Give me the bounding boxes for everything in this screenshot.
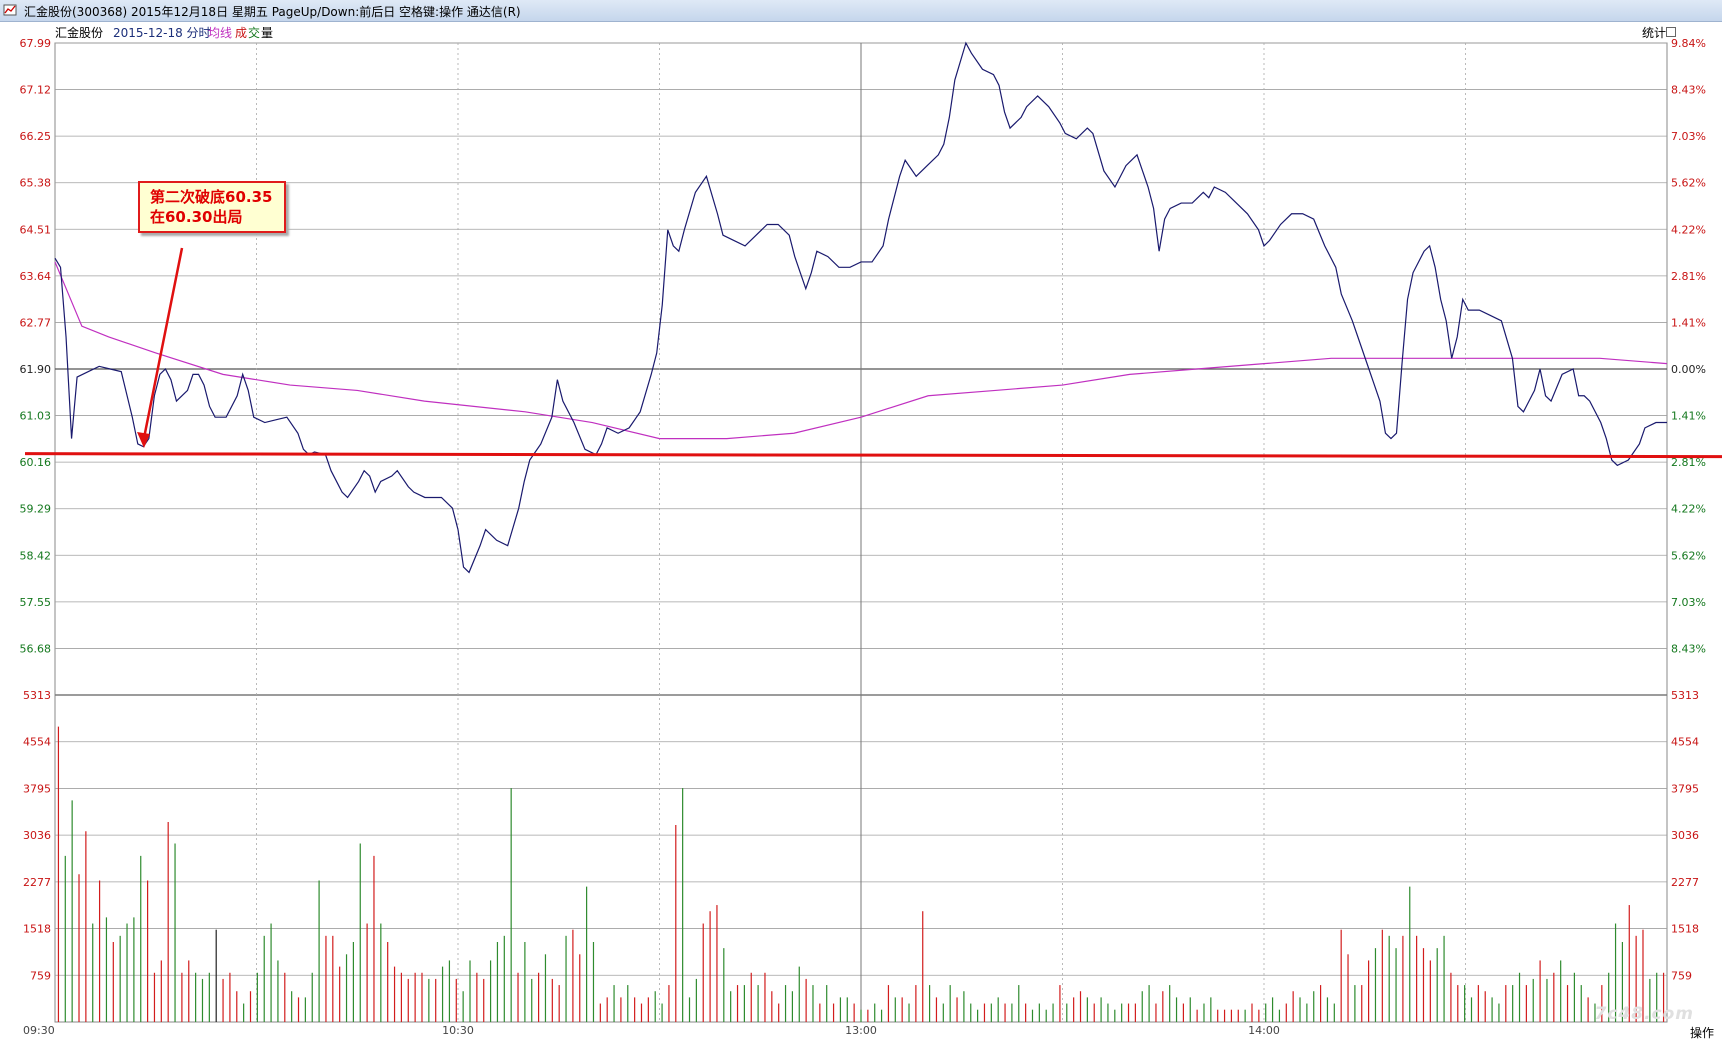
percent-tick-label: 4.22% [1671,503,1706,516]
action-button[interactable]: 操作 [1690,1024,1714,1041]
volume-tick-label: 4554 [23,736,51,749]
price-tick-label: 58.42 [20,549,52,562]
volume-tick-label-right: 1518 [1671,923,1699,936]
price-tick-label: 64.51 [20,223,52,236]
annotation-line-1: 第二次破底60.35 [150,188,273,206]
price-tick-label: 57.55 [20,596,52,609]
percent-tick-label: 2.81% [1671,270,1706,283]
price-tick-label: 59.29 [20,503,52,516]
percent-tick-label: 4.22% [1671,223,1706,236]
price-tick-label: 65.38 [20,177,52,190]
annotation-callout: 第二次破底60.35 在60.30出局 [138,181,286,233]
volume-tick-label-right: 4554 [1671,736,1699,749]
percent-tick-label: 7.03% [1671,130,1706,143]
volume-tick-label-right: 3036 [1671,829,1699,842]
volume-tick-label: 1518 [23,923,51,936]
time-tick-label: 10:30 [442,1024,474,1037]
volume-tick-label: 2277 [23,876,51,889]
price-tick-label: 67.12 [20,84,52,97]
volume-tick-label-right: 5313 [1671,689,1699,702]
percent-tick-label: 1.41% [1671,316,1706,329]
percent-tick-label: 5.62% [1671,177,1706,190]
annotation-arrow-shaft [142,247,184,439]
volume-tick-label: 3036 [23,829,51,842]
percent-tick-label: 5.62% [1671,549,1706,562]
percent-tick-label: 9.84% [1671,37,1706,50]
breakdown-reference-line [24,452,1722,459]
price-tick-label: 56.68 [20,642,52,655]
watermark: 7c48.com [1594,1004,1694,1024]
percent-tick-label: 8.43% [1671,642,1706,655]
time-tick-label: 14:00 [1248,1024,1280,1037]
volume-tick-label-right: 759 [1671,969,1692,982]
volume-tick-label: 3795 [23,782,51,795]
percent-tick-label: 1.41% [1671,410,1706,423]
annotation-line-2: 在60.30出局 [150,208,243,226]
price-tick-label: 66.25 [20,130,52,143]
volume-tick-label: 5313 [23,689,51,702]
volume-tick-label: 759 [30,969,51,982]
time-tick-label: 13:00 [845,1024,877,1037]
price-tick-label: 61.03 [20,410,52,423]
price-tick-label: 62.77 [20,316,52,329]
percent-tick-label: 7.03% [1671,596,1706,609]
percent-tick-label: 0.00% [1671,363,1706,376]
price-tick-label: 67.99 [20,37,52,50]
volume-tick-label-right: 2277 [1671,876,1699,889]
volume-tick-label-right: 3795 [1671,782,1699,795]
price-tick-label: 63.64 [20,270,52,283]
time-tick-label: 09:30 [23,1024,55,1037]
chart-canvas: 67.99 9.84% 67.12 8.43% 66.25 7.03% 65.38 5.62%… [20,37,1722,1037]
price-tick-label: 61.90 [20,363,52,376]
percent-tick-label: 8.43% [1671,84,1706,97]
price-tick-label: 60.16 [20,456,52,469]
